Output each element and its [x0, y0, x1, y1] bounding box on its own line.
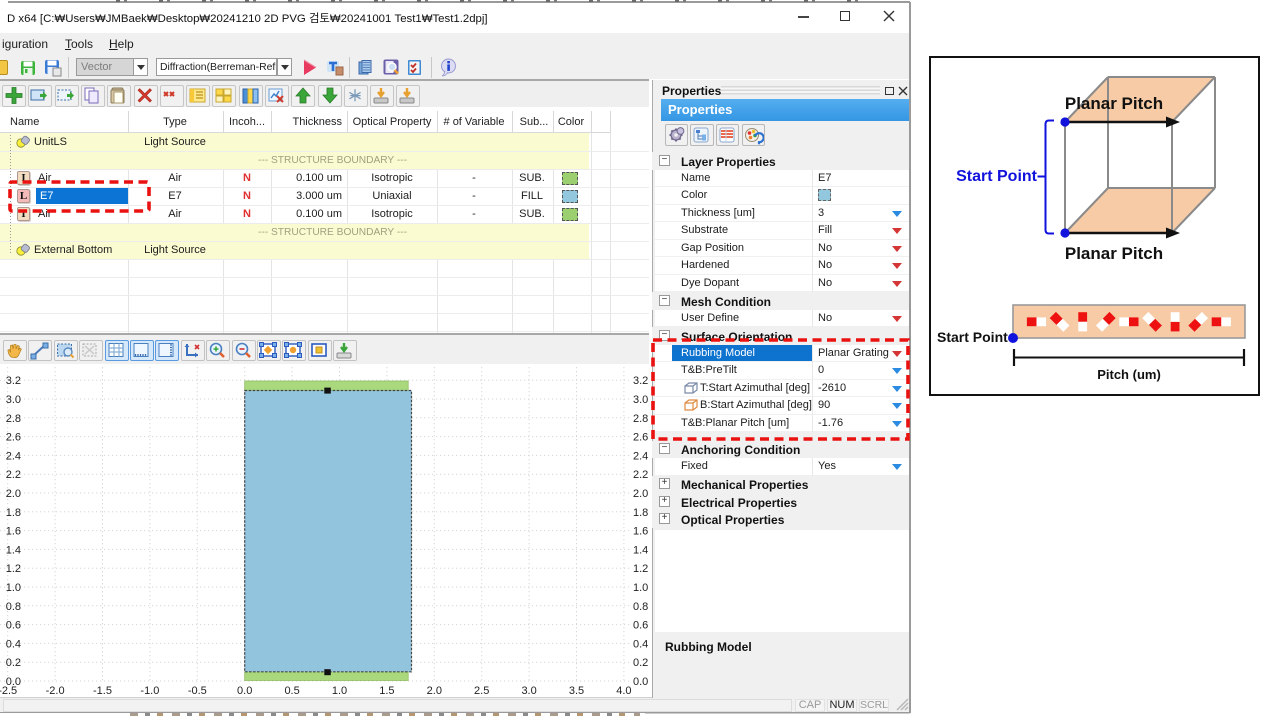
svg-text:0.4: 0.4 — [6, 638, 21, 650]
svg-text:1.2: 1.2 — [633, 563, 648, 575]
svg-text:3.5: 3.5 — [569, 685, 584, 697]
svg-text:1.2: 1.2 — [6, 563, 21, 575]
svg-text:2.8: 2.8 — [6, 413, 21, 425]
svg-text:1.8: 1.8 — [633, 507, 648, 519]
svg-text:2.0: 2.0 — [427, 685, 442, 697]
svg-text:1.8: 1.8 — [6, 507, 21, 519]
svg-text:0.6: 0.6 — [633, 620, 648, 632]
svg-text:2.2: 2.2 — [633, 469, 648, 481]
svg-text:2.4: 2.4 — [633, 450, 648, 462]
svg-text:1.4: 1.4 — [6, 544, 21, 556]
svg-text:1.5: 1.5 — [379, 685, 394, 697]
svg-text:0.6: 0.6 — [6, 620, 21, 632]
svg-text:0.0: 0.0 — [633, 676, 648, 688]
svg-text:-2.0: -2.0 — [46, 685, 65, 697]
svg-text:1.6: 1.6 — [6, 526, 21, 538]
svg-text:1.6: 1.6 — [633, 526, 648, 538]
svg-text:4.0: 4.0 — [616, 685, 631, 697]
svg-text:-1.0: -1.0 — [140, 685, 159, 697]
svg-text:3.0: 3.0 — [633, 394, 648, 406]
svg-text:-2.5: -2.5 — [0, 685, 17, 697]
svg-text:0.8: 0.8 — [6, 601, 21, 613]
svg-text:-0.5: -0.5 — [188, 685, 207, 697]
svg-text:2.6: 2.6 — [6, 432, 21, 444]
svg-text:2.4: 2.4 — [6, 450, 21, 462]
svg-text:1.0: 1.0 — [633, 582, 648, 594]
svg-text:1.0: 1.0 — [332, 685, 347, 697]
svg-text:2.8: 2.8 — [633, 413, 648, 425]
svg-text:0.2: 0.2 — [6, 657, 21, 669]
svg-text:2.2: 2.2 — [6, 469, 21, 481]
svg-text:-1.5: -1.5 — [93, 685, 112, 697]
svg-text:3.0: 3.0 — [521, 685, 536, 697]
svg-text:0.8: 0.8 — [633, 601, 648, 613]
svg-text:2.5: 2.5 — [474, 685, 489, 697]
svg-text:0.2: 0.2 — [633, 657, 648, 669]
svg-text:1.4: 1.4 — [633, 544, 648, 556]
svg-text:2.0: 2.0 — [633, 488, 648, 500]
svg-text:3.2: 3.2 — [633, 375, 648, 387]
svg-text:2.0: 2.0 — [6, 488, 21, 500]
svg-text:0.0: 0.0 — [237, 685, 252, 697]
svg-text:2.6: 2.6 — [633, 432, 648, 444]
svg-text:0.5: 0.5 — [284, 685, 299, 697]
svg-text:0.4: 0.4 — [633, 638, 648, 650]
svg-text:3.0: 3.0 — [6, 394, 21, 406]
svg-text:1.0: 1.0 — [6, 582, 21, 594]
svg-text:3.2: 3.2 — [6, 375, 21, 387]
